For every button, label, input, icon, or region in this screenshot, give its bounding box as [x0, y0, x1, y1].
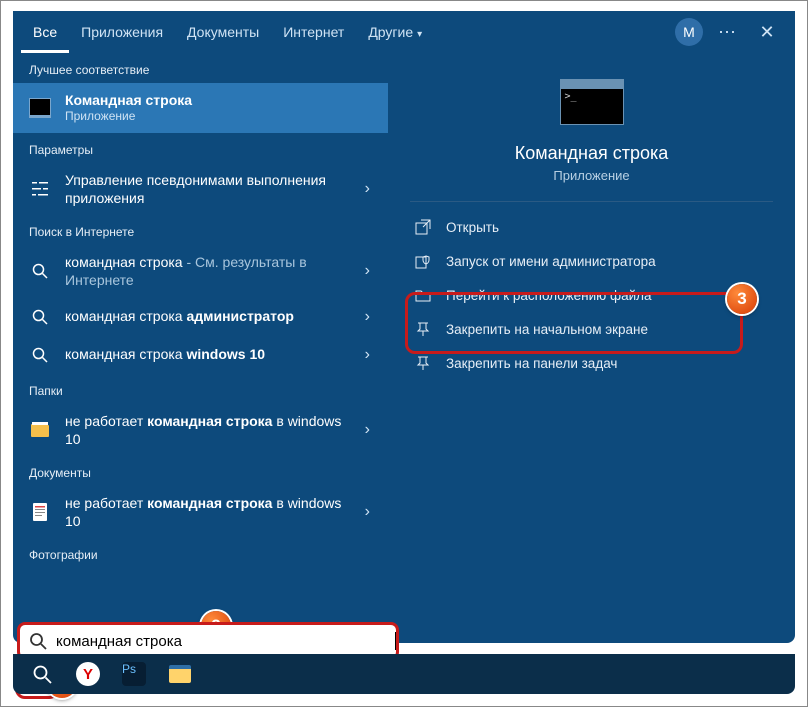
results-list: Лучшее соответствие Командная строка При…	[13, 53, 388, 643]
separator	[410, 201, 773, 202]
chevron-right-icon: ›	[357, 346, 378, 364]
action-pin-start[interactable]: Закрепить на начальном экране	[402, 312, 781, 346]
result-title: не работает командная строка в windows 1…	[65, 494, 357, 530]
result-title: командная строка windows 10	[65, 345, 357, 363]
search-icon	[32, 664, 52, 684]
taskbar-photoshop[interactable]: Ps	[111, 654, 157, 694]
taskbar-search-button[interactable]	[19, 654, 65, 694]
chevron-right-icon: ›	[357, 180, 378, 198]
search-icon	[29, 260, 51, 282]
yandex-icon: Y	[76, 662, 100, 686]
text-cursor	[395, 632, 396, 650]
group-folders: Папки	[13, 374, 388, 404]
result-web-2[interactable]: командная строка администратор ›	[13, 298, 388, 336]
taskbar-explorer[interactable]	[157, 654, 203, 694]
result-web-3[interactable]: командная строка windows 10 ›	[13, 336, 388, 374]
action-run-as-admin[interactable]: Запуск от имени администратора	[402, 244, 781, 278]
tab-apps[interactable]: Приложения	[69, 11, 175, 53]
open-icon	[412, 219, 434, 235]
folder-icon	[29, 419, 51, 441]
tab-web[interactable]: Интернет	[271, 11, 356, 53]
result-web-1[interactable]: командная строка - См. результаты в Инте…	[13, 245, 388, 297]
folder-open-icon	[412, 287, 434, 303]
action-pin-taskbar[interactable]: Закрепить на панели задач	[402, 346, 781, 380]
chevron-right-icon: ›	[357, 308, 378, 326]
settings-icon	[29, 178, 51, 200]
group-documents: Документы	[13, 456, 388, 486]
pin-icon	[412, 355, 434, 371]
group-photos: Фотографии	[13, 538, 388, 568]
result-best-cmd[interactable]: Командная строка Приложение	[13, 83, 388, 133]
close-button[interactable]: ✕	[747, 12, 787, 52]
result-title: командная строка администратор	[65, 307, 357, 325]
chevron-down-icon: ▾	[417, 29, 422, 40]
chevron-right-icon: ›	[357, 503, 378, 521]
search-panel: Все Приложения Документы Интернет Другие…	[13, 11, 795, 643]
result-title: командная строка - См. результаты в Инте…	[65, 253, 357, 289]
search-icon	[29, 344, 51, 366]
shield-icon	[412, 253, 434, 269]
search-input[interactable]	[56, 633, 397, 650]
action-open[interactable]: Открыть	[402, 210, 781, 244]
result-setting-alias[interactable]: Управление псевдонимами выполнения прило…	[13, 163, 388, 215]
document-icon	[29, 501, 51, 523]
result-title: Командная строка	[65, 91, 378, 109]
pin-icon	[412, 321, 434, 337]
explorer-icon	[169, 665, 191, 683]
more-options-button[interactable]: ⋯	[707, 12, 747, 52]
result-title: Управление псевдонимами выполнения прило…	[65, 171, 357, 207]
chevron-right-icon: ›	[357, 421, 378, 439]
tab-docs[interactable]: Документы	[175, 11, 271, 53]
preview-title: Командная строка	[515, 143, 669, 164]
result-subtitle: Приложение	[65, 109, 378, 125]
group-web: Поиск в Интернете	[13, 215, 388, 245]
result-doc-1[interactable]: не работает командная строка в windows 1…	[13, 486, 388, 538]
cmd-icon	[29, 97, 51, 119]
user-avatar[interactable]: M	[675, 18, 703, 46]
photoshop-icon: Ps	[122, 662, 146, 686]
chevron-right-icon: ›	[357, 262, 378, 280]
taskbar-yandex[interactable]: Y	[65, 654, 111, 694]
preview-pane: Командная строка Приложение Открыть Запу…	[388, 53, 795, 643]
taskbar: Y Ps	[13, 654, 795, 694]
search-icon	[29, 306, 51, 328]
tab-more[interactable]: Другие▾	[356, 11, 434, 53]
group-best-match: Лучшее соответствие	[13, 53, 388, 83]
cmd-icon-large	[560, 79, 624, 125]
result-folder-1[interactable]: не работает командная строка в windows 1…	[13, 404, 388, 456]
group-settings: Параметры	[13, 133, 388, 163]
tab-all[interactable]: Все	[21, 11, 69, 53]
filter-tabs: Все Приложения Документы Интернет Другие…	[13, 11, 795, 53]
preview-category: Приложение	[553, 168, 629, 183]
action-open-location[interactable]: Перейти к расположению файла	[402, 278, 781, 312]
result-title: не работает командная строка в windows 1…	[65, 412, 357, 448]
search-icon	[20, 632, 56, 650]
